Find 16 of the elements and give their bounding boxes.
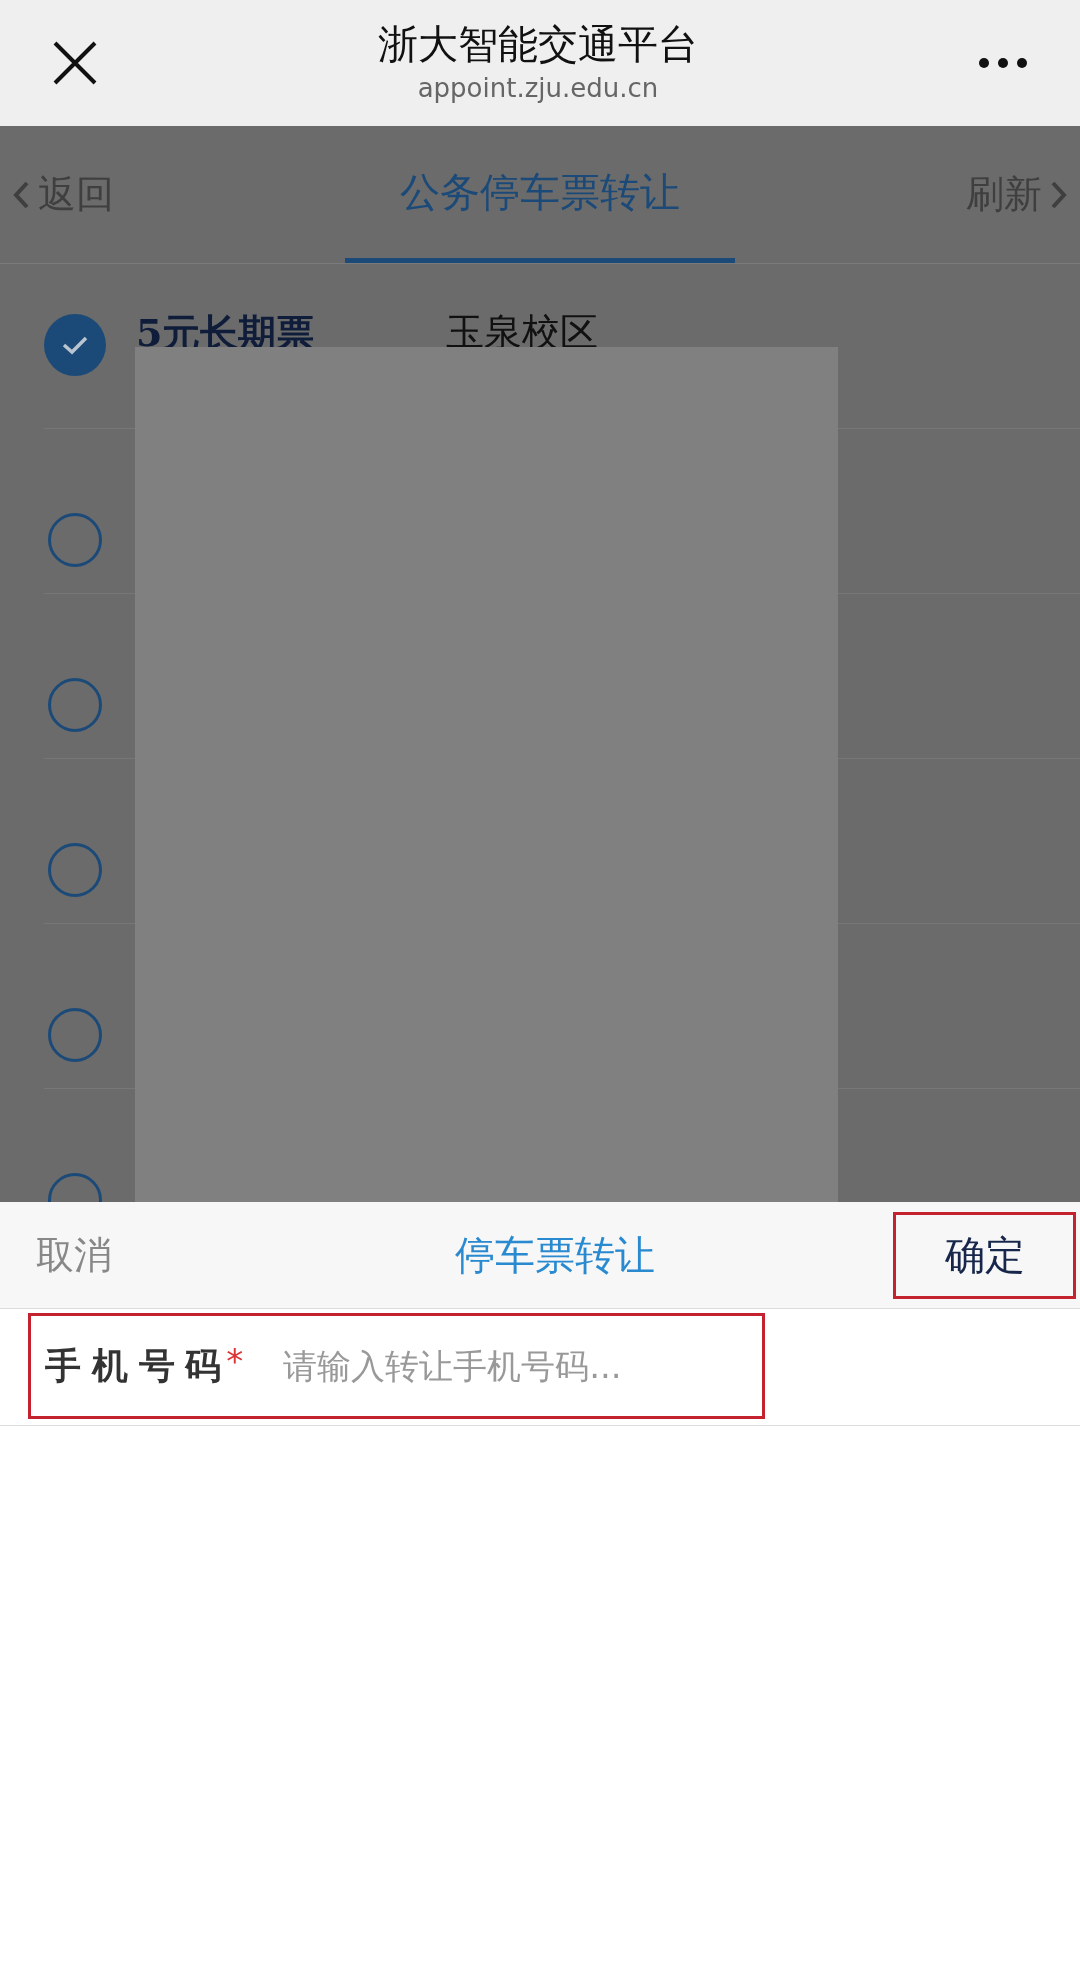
sheet-title: 停车票转让 xyxy=(454,1231,655,1280)
close-icon[interactable] xyxy=(52,40,98,86)
radio-button[interactable] xyxy=(48,843,102,897)
confirm-button[interactable]: 确定 xyxy=(893,1211,1076,1299)
page-title: 浙大智能交通平台 xyxy=(378,19,698,69)
tab[interactable]: 公务停车票转让 xyxy=(345,126,735,263)
chevron-left-icon xyxy=(12,179,30,210)
cancel-button[interactable]: 取消 xyxy=(36,1226,216,1284)
chevron-right-icon xyxy=(1050,179,1068,210)
page-url: appoint.zju.edu.cn xyxy=(417,71,659,105)
more-icon[interactable] xyxy=(978,57,1028,69)
radio-button[interactable] xyxy=(48,1008,102,1062)
radio-button[interactable] xyxy=(48,678,102,732)
radio-button[interactable] xyxy=(48,513,102,567)
phone-input[interactable]: 请输入转让手机号码... xyxy=(283,1340,762,1392)
checkmark-icon xyxy=(61,335,89,355)
